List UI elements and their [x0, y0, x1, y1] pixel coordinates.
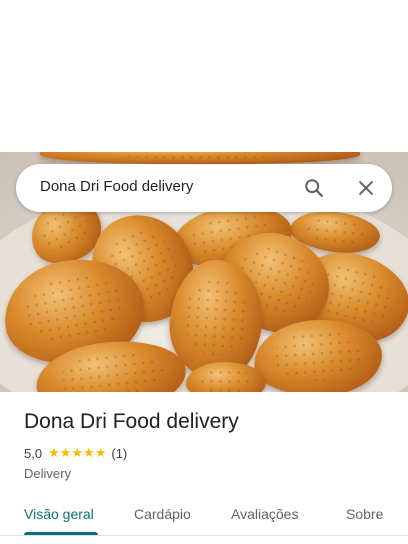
- tab-menu[interactable]: Cardápio: [134, 506, 191, 522]
- place-title: Dona Dri Food delivery: [24, 410, 239, 433]
- top-blank-area: [0, 0, 408, 152]
- tabs-divider: [0, 535, 408, 536]
- search-input[interactable]: Dona Dri Food delivery: [40, 178, 193, 195]
- place-tabs: Visão geral Cardápio Avaliações Sobre: [0, 496, 408, 544]
- close-icon[interactable]: [352, 174, 380, 202]
- tab-reviews[interactable]: Avaliações: [231, 506, 298, 522]
- review-count[interactable]: (1): [111, 446, 127, 461]
- rating-value: 5,0: [24, 445, 43, 461]
- search-icon[interactable]: [300, 174, 328, 202]
- star-rating-icon: ★★★★★: [48, 445, 107, 460]
- rating-row[interactable]: 5,0 ★★★★★ (1): [24, 445, 127, 461]
- search-bar[interactable]: Dona Dri Food delivery: [16, 164, 392, 212]
- place-category[interactable]: Delivery: [24, 466, 71, 481]
- bread-roll: [40, 152, 360, 164]
- tab-overview[interactable]: Visão geral: [24, 506, 94, 522]
- tab-about[interactable]: Sobre: [346, 506, 383, 522]
